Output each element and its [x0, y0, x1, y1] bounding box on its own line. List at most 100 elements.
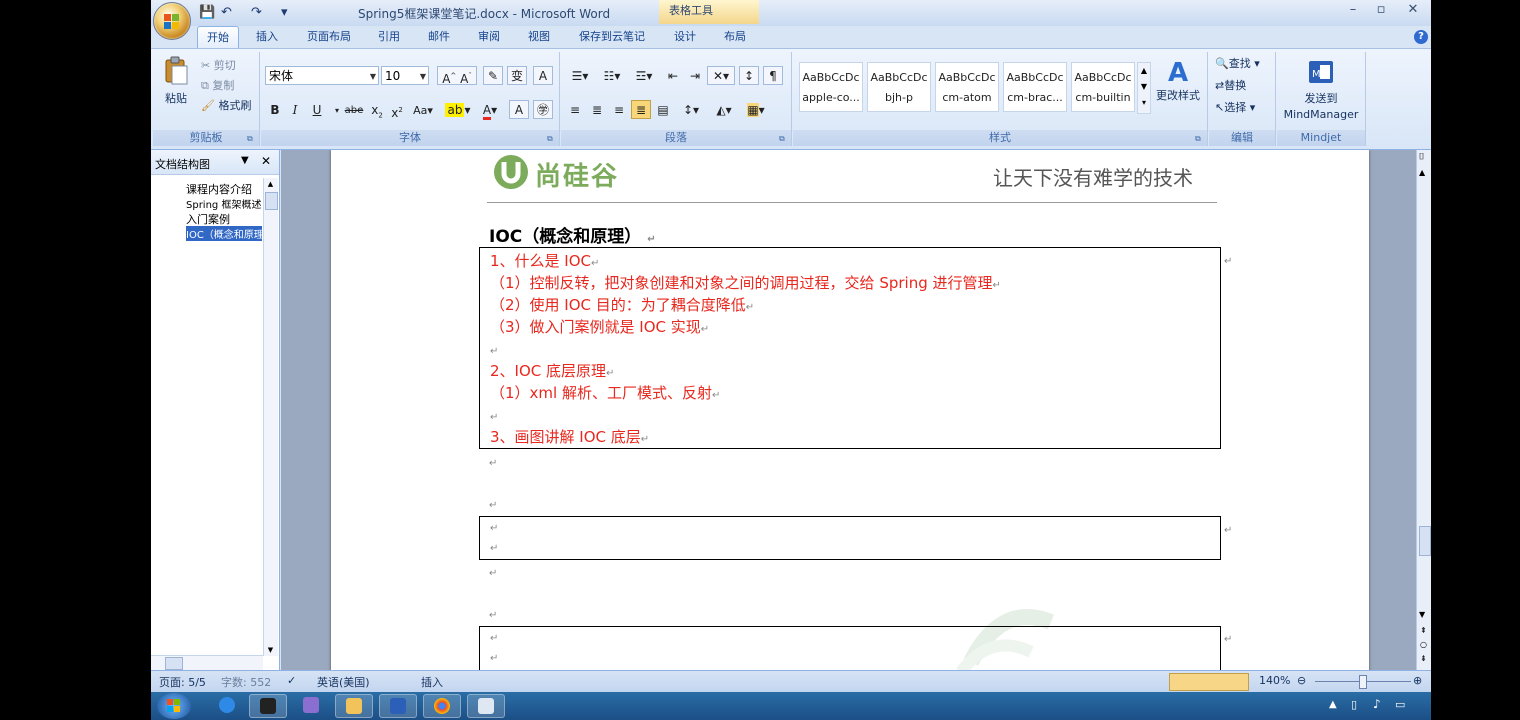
- align-left-icon[interactable]: ≡: [565, 100, 585, 119]
- taskbar-word[interactable]: [379, 694, 417, 718]
- redo-icon[interactable]: ↷: [251, 4, 262, 22]
- cut-button[interactable]: ✂ 剪切: [201, 58, 236, 74]
- copy-button[interactable]: ⧉ 复制: [201, 78, 234, 94]
- scroll-down-icon[interactable]: ▼: [1419, 610, 1425, 619]
- empty-table-cell[interactable]: ↵ ↵: [479, 626, 1221, 670]
- bullets-button[interactable]: ☰▾: [565, 66, 595, 85]
- docmap-item[interactable]: 课程内容介绍: [186, 181, 262, 197]
- docmap-item[interactable]: 入门案例: [186, 211, 262, 227]
- scroll-up-icon[interactable]: ▲: [1419, 168, 1425, 177]
- docmap-hscrollbar[interactable]: [151, 655, 263, 670]
- network-icon[interactable]: ▯: [1351, 698, 1357, 711]
- help-icon[interactable]: ?: [1414, 30, 1428, 44]
- tab-mailings[interactable]: 邮件: [419, 26, 459, 48]
- bold-button[interactable]: B: [265, 100, 285, 119]
- taskbar-app[interactable]: [467, 694, 505, 718]
- action-center-icon[interactable]: ▭: [1395, 698, 1405, 711]
- align-right-icon[interactable]: ≡: [609, 100, 629, 119]
- phonetic-guide-icon[interactable]: 变: [507, 66, 527, 85]
- tab-view[interactable]: 视图: [519, 26, 559, 48]
- style-item[interactable]: AaBbCcDc bjh-p: [867, 62, 931, 112]
- font-size-combo[interactable]: 10 ▼: [381, 66, 429, 85]
- document-page[interactable]: 尚硅谷 让天下没有难学的技术 IOC（概念和原理） ↵ 1、什么是 IOC↵ （…: [331, 150, 1369, 670]
- restore-button[interactable]: ▫: [1367, 2, 1395, 20]
- zoom-out-icon[interactable]: ⊖: [1297, 674, 1306, 687]
- zoom-in-icon[interactable]: ⊕: [1413, 674, 1422, 687]
- format-painter-button[interactable]: 🖌 格式刷: [201, 98, 251, 114]
- word-count[interactable]: 字数: 552: [221, 674, 271, 690]
- strikethrough-button[interactable]: abe: [341, 100, 367, 119]
- chinese-layout-icon[interactable]: ✕▾: [707, 66, 735, 85]
- send-to-mindmanager-button[interactable]: M 发送到 MindManager: [1277, 58, 1365, 123]
- select-browse-object-icon[interactable]: ○: [1420, 640, 1427, 649]
- show-marks-icon[interactable]: ¶: [763, 66, 783, 85]
- underline-button[interactable]: U: [307, 100, 327, 119]
- replace-button[interactable]: ⇄替换: [1215, 78, 1246, 94]
- clear-format-icon[interactable]: ✎: [483, 66, 503, 85]
- change-styles-button[interactable]: A 更改样式: [1153, 58, 1203, 104]
- tab-insert[interactable]: 插入: [247, 26, 287, 48]
- empty-table-cell[interactable]: ↵ ↵: [479, 516, 1221, 560]
- line-spacing-button[interactable]: ↕▾: [677, 100, 705, 119]
- style-item[interactable]: AaBbCcDc apple-co...: [799, 62, 863, 112]
- undo-icon[interactable]: ↶: [221, 4, 232, 22]
- close-button[interactable]: ✕: [1399, 2, 1427, 20]
- insert-mode-indicator[interactable]: 插入: [421, 674, 443, 690]
- italic-button[interactable]: I: [285, 100, 305, 119]
- style-item[interactable]: AaBbCcDc cm-builtin: [1071, 62, 1135, 112]
- zoom-slider-thumb[interactable]: [1359, 675, 1367, 689]
- clipboard-launcher-icon[interactable]: ⧉: [247, 134, 257, 144]
- shading-button[interactable]: ◭▾: [709, 100, 739, 119]
- next-page-icon[interactable]: ⇟: [1420, 654, 1427, 663]
- subscript-button[interactable]: x2: [367, 100, 387, 119]
- ruler-toggle-icon[interactable]: ⌷: [1419, 152, 1424, 162]
- customize-qat-icon[interactable]: ▾: [281, 4, 288, 22]
- content-table-cell[interactable]: 1、什么是 IOC↵ （1）控制反转，把对象创建和对象之间的调用过程，交给 Sp…: [479, 247, 1221, 449]
- previous-page-icon[interactable]: ⇞: [1420, 626, 1427, 635]
- decrease-indent-icon[interactable]: ⇤: [663, 66, 683, 85]
- superscript-button[interactable]: x2: [387, 100, 407, 120]
- taskbar-explorer[interactable]: [335, 694, 373, 718]
- styles-scroll[interactable]: ▲ ▼ ▾: [1137, 62, 1151, 114]
- char-shading-icon[interactable]: A: [509, 100, 529, 119]
- tab-design[interactable]: 设计: [665, 26, 705, 48]
- tab-home[interactable]: 开始: [197, 26, 239, 49]
- enclose-char-icon[interactable]: ㊫: [533, 100, 553, 119]
- font-color-button[interactable]: A▾: [475, 100, 505, 120]
- taskbar-app[interactable]: [249, 694, 287, 718]
- style-item[interactable]: AaBbCcDc cm-brac...: [1003, 62, 1067, 112]
- tray-expand-icon[interactable]: ▲: [1329, 699, 1337, 710]
- font-launcher-icon[interactable]: ⧉: [547, 134, 557, 144]
- minimize-button[interactable]: –: [1339, 2, 1367, 20]
- find-button[interactable]: 🔍查找 ▾: [1215, 56, 1260, 72]
- scroll-thumb[interactable]: [1419, 526, 1431, 556]
- vertical-scrollbar[interactable]: ⌷ ▲ ▼ ⇞ ○ ⇟: [1416, 150, 1431, 670]
- styles-launcher-icon[interactable]: ⧉: [1195, 134, 1205, 144]
- distributed-icon[interactable]: ▤: [653, 100, 673, 119]
- borders-button[interactable]: ▦▾: [741, 100, 771, 119]
- change-case-button[interactable]: Aa▾: [409, 100, 437, 119]
- justify-icon[interactable]: ≣: [631, 100, 651, 119]
- language-indicator[interactable]: 英语(美国): [317, 674, 370, 690]
- sort-icon[interactable]: ↕: [739, 66, 759, 85]
- highlight-button[interactable]: ab ▾: [443, 100, 473, 119]
- tab-references[interactable]: 引用: [369, 26, 409, 48]
- office-button[interactable]: [153, 2, 191, 40]
- style-item[interactable]: AaBbCcDc cm-atom: [935, 62, 999, 112]
- proofing-icon[interactable]: ✓: [287, 674, 296, 687]
- taskbar-ie[interactable]: [209, 694, 247, 718]
- tab-save-cloud-notes[interactable]: 保存到云笔记: [569, 26, 655, 48]
- select-button[interactable]: ↖选择 ▾: [1215, 100, 1255, 116]
- start-button[interactable]: [157, 693, 191, 719]
- tab-layout[interactable]: 布局: [715, 26, 755, 48]
- grow-shrink-font-button[interactable]: A^ Aˇ: [437, 66, 477, 86]
- taskbar-chrome[interactable]: [423, 694, 461, 718]
- save-icon[interactable]: 💾: [199, 4, 215, 22]
- multilevel-list-button[interactable]: ☲▾: [629, 66, 659, 85]
- docmap-item-selected[interactable]: IOC（概念和原理）: [186, 226, 262, 241]
- view-buttons[interactable]: [1169, 673, 1249, 691]
- page-indicator[interactable]: 页面: 5/5: [159, 674, 206, 690]
- paste-button[interactable]: 粘贴: [161, 56, 191, 107]
- zoom-level[interactable]: 140%: [1259, 674, 1290, 687]
- docmap-item[interactable]: Spring 框架概述: [186, 196, 262, 211]
